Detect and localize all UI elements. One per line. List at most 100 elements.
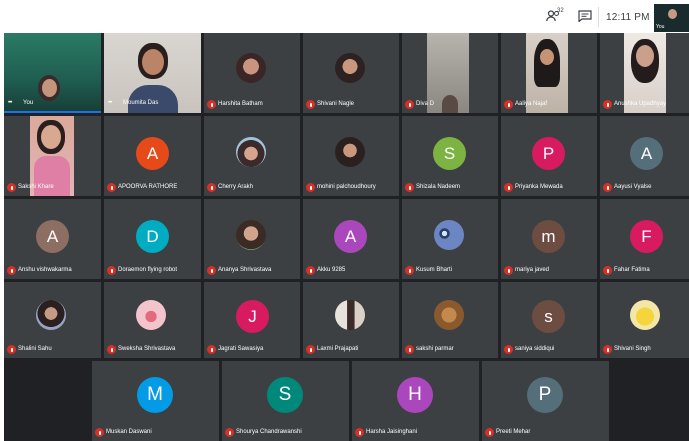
participant-tile[interactable]: A APOORVA RATHORE: [104, 116, 201, 196]
participant-name: Harshita Batham: [218, 101, 263, 107]
avatar-initial: s: [532, 300, 565, 333]
meeting-grid: ••• You ••• Moumita Das Harshita Batham …: [4, 33, 689, 441]
participant-tile[interactable]: Shalini Sahu: [4, 282, 101, 358]
participant-name: Anshu vishwakarma: [18, 267, 72, 273]
participant-name: Kusum Bharti: [416, 267, 453, 273]
self-face: [668, 9, 677, 19]
mic-off-icon: [225, 428, 234, 437]
participant-name: Jagrati Sawasiya: [218, 346, 264, 352]
avatar-photo: [236, 137, 266, 167]
participant-tile[interactable]: sakshi parmar: [402, 282, 498, 358]
participant-name: Sweksha Shrivastava: [118, 346, 176, 352]
participant-name: Harsha Jaisinghani: [366, 429, 418, 435]
avatar-initial: P: [527, 377, 563, 413]
participant-tile[interactable]: Diva D: [402, 33, 498, 113]
video-background: [4, 33, 101, 113]
participant-tile[interactable]: F Fahar Fatima: [600, 199, 689, 279]
self-view-label: You: [656, 24, 665, 30]
more-options-icon[interactable]: •••: [108, 100, 112, 106]
self-view-thumbnail[interactable]: You: [654, 4, 689, 32]
participant-count: 32: [557, 8, 564, 14]
mic-off-icon: [603, 100, 612, 109]
mic-off-icon: [355, 428, 364, 437]
avatar-photo: [236, 220, 266, 250]
mic-off-icon: [207, 345, 216, 354]
participant-tile[interactable]: Harshita Batham: [204, 33, 300, 113]
person-face: [540, 49, 554, 65]
mic-off-icon: [107, 266, 116, 275]
mic-off-icon: [207, 183, 216, 192]
avatar-photo: [434, 220, 464, 250]
participant-tile[interactable]: J Jagrati Sawasiya: [204, 282, 300, 358]
person-face: [41, 125, 61, 149]
participant-tile[interactable]: mohini palchoudhoury: [303, 116, 399, 196]
avatar-photo: [335, 300, 365, 330]
participant-tile[interactable]: H Harsha Jaisinghani: [352, 361, 479, 441]
mic-off-icon: [603, 345, 612, 354]
mic-off-icon: [603, 266, 612, 275]
mic-off-icon: [306, 100, 315, 109]
mic-off-icon: [107, 345, 116, 354]
video-tile-you[interactable]: ••• You: [4, 33, 101, 113]
participant-tile[interactable]: s saniya siddiqui: [501, 282, 597, 358]
topbar-divider: [598, 7, 599, 27]
participant-name: Cherry Arakh: [218, 184, 254, 190]
participant-tile[interactable]: A Aayusi Vyalse: [600, 116, 689, 196]
participant-name: Shivani Singh: [614, 346, 651, 352]
avatar-initial: F: [630, 220, 663, 253]
avatar-initial: D: [136, 220, 169, 253]
participant-tile[interactable]: S Shourya Chandrawanshi: [222, 361, 349, 441]
mic-off-icon: [7, 345, 16, 354]
participant-name: Ananya Shrivastava: [218, 267, 272, 273]
participant-name: Fahar Fatima: [614, 267, 650, 273]
person-head: [442, 95, 458, 113]
mic-off-icon: [405, 183, 414, 192]
avatar-initial: J: [236, 300, 269, 333]
participant-name: mohini palchoudhoury: [317, 184, 376, 190]
more-options-icon[interactable]: •••: [8, 100, 12, 106]
participant-name: saniya siddiqui: [515, 346, 555, 352]
participant-name: Aayusi Vyalse: [614, 184, 652, 190]
participant-tile[interactable]: Cherry Arakh: [204, 116, 300, 196]
participant-tile[interactable]: A Akku 9285: [303, 199, 399, 279]
participant-tile[interactable]: P Priyanka Mewada: [501, 116, 597, 196]
participant-tile[interactable]: P Preeti Mehar: [482, 361, 609, 441]
participant-tile[interactable]: M Muskan Daswani: [92, 361, 219, 441]
mic-off-icon: [7, 266, 16, 275]
participant-name: sakshi parmar: [416, 346, 454, 352]
participant-tile[interactable]: Aaliya Najaf: [501, 33, 597, 113]
participant-name: Laxmi Prajapati: [317, 346, 359, 352]
participant-tile[interactable]: Laxmi Prajapati: [303, 282, 399, 358]
participant-tile[interactable]: Sakshi Khare: [4, 116, 101, 196]
avatar-initial: m: [532, 220, 565, 253]
person-face: [142, 49, 164, 75]
mic-off-icon: [306, 345, 315, 354]
video-tile-moumita[interactable]: ••• Moumita Das: [104, 33, 201, 113]
participant-name: Moumita Das: [123, 100, 159, 106]
participant-name: Preeti Mehar: [496, 429, 531, 435]
participant-tile[interactable]: Sweksha Shrivastava: [104, 282, 201, 358]
mic-off-icon: [485, 428, 494, 437]
participant-name: Shivani Nagle: [317, 101, 355, 107]
participant-tile[interactable]: D Doraemon flying robot: [104, 199, 201, 279]
mic-off-icon: [95, 428, 104, 437]
clock: 12:11 PM: [606, 12, 650, 23]
participant-name: Anushka Upadhyay: [614, 101, 667, 107]
mic-off-icon: [405, 100, 414, 109]
participant-tile[interactable]: Ananya Shrivastava: [204, 199, 300, 279]
person-body: [34, 156, 70, 196]
participant-name: Doraemon flying robot: [118, 267, 178, 273]
participant-tile[interactable]: Shivani Singh: [600, 282, 689, 358]
mic-off-icon: [405, 345, 414, 354]
mic-off-icon: [207, 266, 216, 275]
participant-tile[interactable]: Shivani Nagle: [303, 33, 399, 113]
participant-tile[interactable]: Anushka Upadhyay: [600, 33, 689, 113]
participant-tile[interactable]: m mariya javed: [501, 199, 597, 279]
avatar-initial: H: [397, 377, 433, 413]
participant-tile[interactable]: A Anshu vishwakarma: [4, 199, 101, 279]
meeting-topbar: 32 12:11 PM: [0, 0, 689, 33]
mic-off-icon: [504, 100, 513, 109]
participant-tile[interactable]: S Shizala Nadeem: [402, 116, 498, 196]
participant-tile[interactable]: Kusum Bharti: [402, 199, 498, 279]
chat-icon[interactable]: [578, 10, 592, 22]
